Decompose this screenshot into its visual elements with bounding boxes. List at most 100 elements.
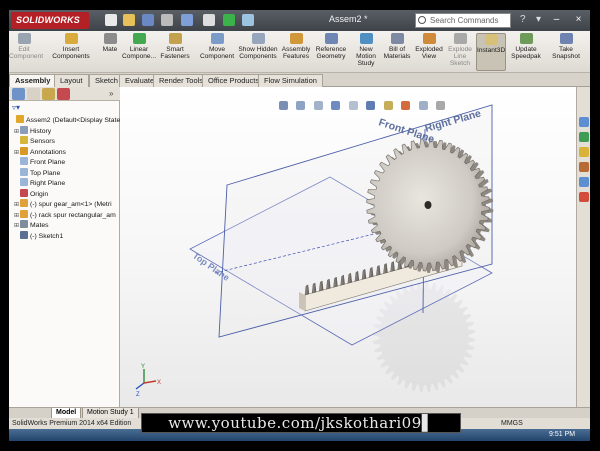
command-explode-line-button[interactable]: Explode Line Sketch bbox=[446, 33, 474, 71]
reference-geometry-icon bbox=[324, 33, 338, 44]
tree-item-label: Front Plane bbox=[30, 159, 66, 166]
command-bom-button[interactable]: Bill of Materials bbox=[382, 33, 412, 71]
command-exploded-view-button[interactable]: Exploded View bbox=[413, 33, 445, 71]
tab-layout[interactable]: Layout bbox=[54, 74, 89, 87]
tree-item[interactable]: Origin bbox=[14, 188, 49, 199]
solidworks-window: SOLIDWORKS Assem2 * Search Commands ? ▾ … bbox=[9, 10, 590, 441]
command-label: Explode Line Sketch bbox=[448, 46, 472, 68]
tree-item-icon bbox=[20, 199, 28, 207]
insert-components-icon bbox=[64, 33, 78, 44]
print-icon[interactable] bbox=[161, 14, 173, 26]
solidworks-resources-icon[interactable] bbox=[579, 117, 589, 127]
tree-item-label: Top Plane bbox=[30, 169, 61, 177]
select-icon[interactable] bbox=[203, 14, 215, 26]
tree-item-label: (-) spur gear_am<1> (Metri bbox=[30, 201, 112, 208]
save-icon[interactable] bbox=[142, 14, 154, 26]
custom-properties-icon[interactable] bbox=[579, 192, 589, 202]
command-snapshot-button[interactable]: Take Snapshot bbox=[547, 33, 585, 71]
tree-item-icon bbox=[20, 209, 28, 218]
tree-item-label: (-) rack spur rectangular_am bbox=[30, 211, 116, 219]
tree-item[interactable]: Sensors bbox=[14, 136, 55, 146]
command-edit-component-button[interactable]: Edit Component bbox=[9, 33, 43, 71]
command-label: Update Speedpak bbox=[511, 46, 541, 61]
tab-flow-simulation[interactable]: Flow Simulation bbox=[258, 74, 323, 87]
minimize-button[interactable]: – bbox=[548, 12, 565, 27]
search-commands-input[interactable]: Search Commands bbox=[415, 13, 511, 28]
tree-item-icon bbox=[20, 167, 28, 176]
options-icon[interactable] bbox=[242, 14, 254, 26]
tree-item[interactable]: Assem2 (Default<Display State bbox=[10, 115, 120, 125]
configuration-tab-icon[interactable] bbox=[42, 88, 55, 100]
tree-item-label: Assem2 (Default<Display State bbox=[26, 117, 121, 124]
command-label: Reference Geometry bbox=[315, 46, 347, 61]
property-manager-tab-icon[interactable] bbox=[27, 88, 40, 100]
undo-icon[interactable] bbox=[181, 14, 193, 26]
command-label: Linear Compone... bbox=[122, 46, 157, 61]
command-reference-geometry-button[interactable]: Reference Geometry bbox=[314, 33, 348, 71]
feature-tree-tab-icon[interactable] bbox=[12, 88, 25, 100]
tree-item-icon bbox=[20, 178, 28, 186]
units-indicator[interactable]: MMGS bbox=[501, 418, 523, 429]
command-label: Mate bbox=[102, 46, 118, 53]
command-assembly-features-button[interactable]: Assembly Features bbox=[279, 33, 313, 71]
feature-manager-tabs: » bbox=[9, 87, 120, 101]
tree-item[interactable]: ⊞ Mates bbox=[14, 220, 49, 230]
tree-item-label: History bbox=[30, 127, 52, 135]
tree-item[interactable]: Top Plane bbox=[14, 167, 61, 178]
tree-item-label: Sensors bbox=[30, 138, 55, 145]
command-move-component-button[interactable]: Move Component bbox=[198, 33, 236, 71]
tree-item[interactable]: Front Plane bbox=[14, 157, 65, 167]
settings-icon[interactable]: ▾ bbox=[536, 14, 541, 26]
command-label: Insert Components bbox=[52, 46, 90, 61]
close-button[interactable]: × bbox=[570, 12, 587, 27]
command-speedpak-button[interactable]: Update Speedpak bbox=[509, 33, 543, 71]
chevron-right-icon[interactable]: » bbox=[109, 89, 113, 98]
mate-icon bbox=[103, 33, 117, 44]
command-smart-fasteners-button[interactable]: Smart Fasteners bbox=[157, 33, 193, 71]
tree-item-label: Origin bbox=[30, 190, 49, 198]
tree-item[interactable]: (-) Sketch1 bbox=[14, 230, 63, 241]
tab-office-products[interactable]: Office Products bbox=[202, 74, 266, 87]
new-icon[interactable] bbox=[105, 14, 117, 26]
view-palette-icon[interactable] bbox=[579, 162, 589, 172]
rebuild-icon[interactable] bbox=[223, 14, 235, 26]
appearances-icon[interactable] bbox=[579, 177, 589, 187]
edit-component-icon bbox=[17, 33, 31, 44]
svg-text:Z: Z bbox=[136, 392, 140, 398]
command-manager: Edit Component Insert Components Mate Linea… bbox=[9, 31, 590, 73]
command-insert-components-button[interactable]: Insert Components bbox=[49, 33, 93, 71]
tree-item[interactable]: ⊞ (-) spur gear_am<1> (Metri bbox=[14, 199, 112, 209]
command-show-hidden-button[interactable]: Show Hidden Components bbox=[238, 33, 278, 71]
tree-item[interactable]: ⊞ (-) rack spur rectangular_am bbox=[14, 209, 116, 220]
open-icon[interactable] bbox=[123, 14, 135, 26]
command-motion-study-button[interactable]: New Motion Study bbox=[352, 33, 380, 71]
tree-item[interactable]: Right Plane bbox=[14, 178, 65, 188]
snapshot-icon bbox=[559, 33, 573, 44]
command-label: Edit Component bbox=[9, 46, 44, 61]
command-mate-button[interactable]: Mate bbox=[99, 33, 121, 71]
smart-fasteners-icon bbox=[168, 33, 182, 44]
file-explorer-icon[interactable] bbox=[579, 147, 589, 157]
title-bar: SOLIDWORKS Assem2 * Search Commands ? ▾ … bbox=[9, 10, 590, 31]
tab-render-tools[interactable]: Render Tools bbox=[153, 74, 210, 87]
tree-item[interactable]: ⊞ History bbox=[14, 125, 52, 136]
tree-item[interactable]: ⊞ Annotations bbox=[14, 146, 66, 157]
command-linear-pattern-button[interactable]: Linear Compone... bbox=[122, 33, 156, 71]
task-pane bbox=[576, 87, 590, 407]
help-icon[interactable]: ? bbox=[520, 14, 526, 26]
design-library-icon[interactable] bbox=[579, 132, 589, 142]
tab-assembly[interactable]: Assembly bbox=[9, 74, 57, 87]
command-label: Take Snapshot bbox=[552, 46, 580, 61]
tree-item-label: Mates bbox=[30, 222, 49, 229]
command-instant3d-button[interactable]: Instant3D bbox=[476, 33, 506, 71]
explode-line-icon bbox=[453, 33, 467, 44]
tree-item-icon bbox=[20, 157, 28, 165]
display-manager-tab-icon[interactable] bbox=[57, 88, 70, 100]
filter-icon[interactable]: ▿▾ bbox=[12, 103, 20, 112]
solidworks-logo[interactable]: SOLIDWORKS bbox=[11, 12, 89, 29]
command-label: Show Hidden Components bbox=[238, 46, 278, 61]
command-label: Assembly Features bbox=[281, 46, 311, 61]
graphics-area[interactable]: Front Plane Right Plane Top Plane Z X Y bbox=[120, 87, 576, 407]
tree-item-label: Right Plane bbox=[30, 180, 66, 187]
svg-text:X: X bbox=[157, 380, 161, 386]
